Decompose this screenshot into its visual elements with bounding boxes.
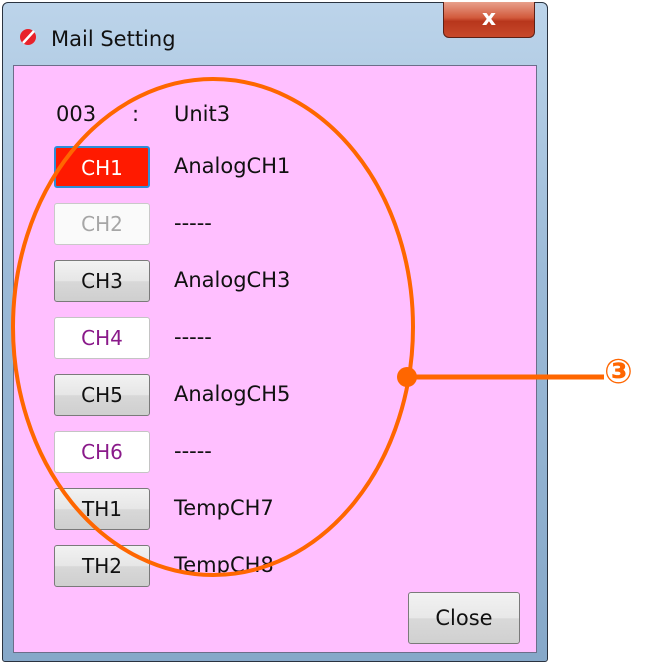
annotation-label: ③ (604, 352, 633, 392)
annotation-ellipse (11, 77, 415, 577)
annotation-callout (11, 77, 604, 577)
annotation-dot (397, 367, 417, 387)
